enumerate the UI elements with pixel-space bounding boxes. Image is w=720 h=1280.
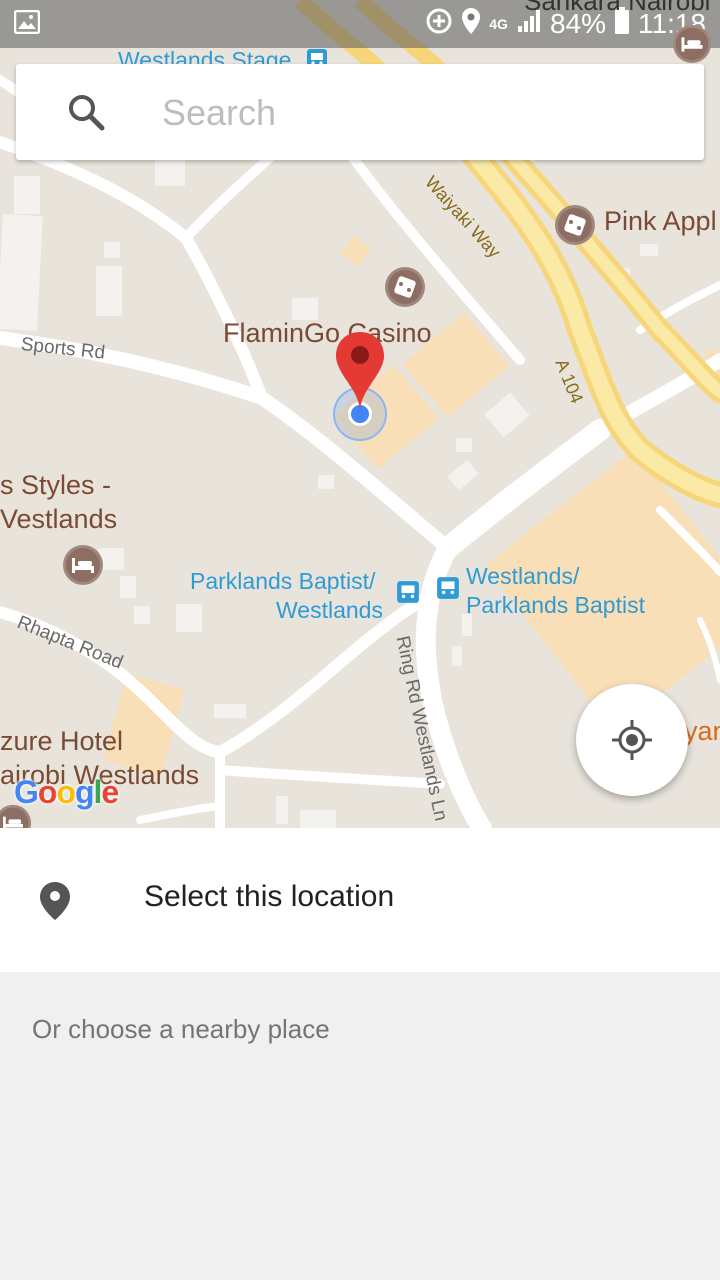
- location-marker-icon[interactable]: [334, 330, 386, 419]
- place-westlands-parklands-2[interactable]: Parklands Baptist: [466, 591, 645, 619]
- place-parklands-baptist-1[interactable]: Parklands Baptist/: [190, 567, 375, 595]
- battery-percent: 84%: [549, 8, 606, 39]
- place-styles-line1[interactable]: s Styles -: [0, 470, 111, 501]
- select-location-label[interactable]: Select this location: [144, 880, 394, 914]
- casino-dice-icon[interactable]: [554, 204, 596, 251]
- google-logo: Google: [14, 774, 119, 811]
- battery-icon: [614, 6, 630, 42]
- location-status-icon: [461, 7, 481, 42]
- hotel-bed-icon[interactable]: [62, 544, 104, 591]
- search-bar[interactable]: [16, 64, 704, 160]
- google-logo-letter: g: [74, 774, 95, 810]
- google-logo-letter: e: [101, 774, 119, 810]
- place-flamingo-casino[interactable]: FlaminGo Casino: [223, 318, 432, 349]
- place-edge-right[interactable]: yan: [684, 716, 720, 747]
- bus-stop-icon[interactable]: [436, 576, 460, 605]
- place-styles-line2[interactable]: Vestlands: [0, 504, 117, 535]
- network-type: 4G: [489, 16, 508, 32]
- nearby-places-header: Or choose a nearby place: [32, 1014, 330, 1044]
- my-location-button[interactable]: [576, 684, 688, 796]
- signal-icon: [516, 8, 542, 41]
- place-azure-line1[interactable]: zure Hotel: [0, 726, 123, 757]
- google-logo-letter: o: [56, 774, 76, 810]
- bus-stop-icon[interactable]: [396, 580, 420, 609]
- crosshair-icon: [612, 720, 652, 760]
- hotel-bed-icon[interactable]: [672, 24, 712, 69]
- google-logo-letter: G: [14, 774, 39, 810]
- google-logo-letter: o: [37, 774, 58, 810]
- place-pink-apple[interactable]: Pink Appl: [604, 206, 717, 237]
- data-saver-icon: [425, 7, 453, 42]
- location-pin-icon: [38, 880, 72, 927]
- casino-dice-icon[interactable]: [384, 266, 426, 313]
- image-notification-icon: [13, 9, 41, 39]
- place-parklands-baptist-2[interactable]: Westlands: [276, 596, 383, 624]
- search-icon[interactable]: [66, 92, 106, 137]
- search-input[interactable]: [160, 86, 684, 140]
- place-westlands-parklands-1[interactable]: Westlands/: [466, 562, 579, 590]
- select-location-row[interactable]: Select this location: [0, 828, 720, 972]
- status-bar: Sankara Nairobi 4G 84% 11:18: [0, 0, 720, 48]
